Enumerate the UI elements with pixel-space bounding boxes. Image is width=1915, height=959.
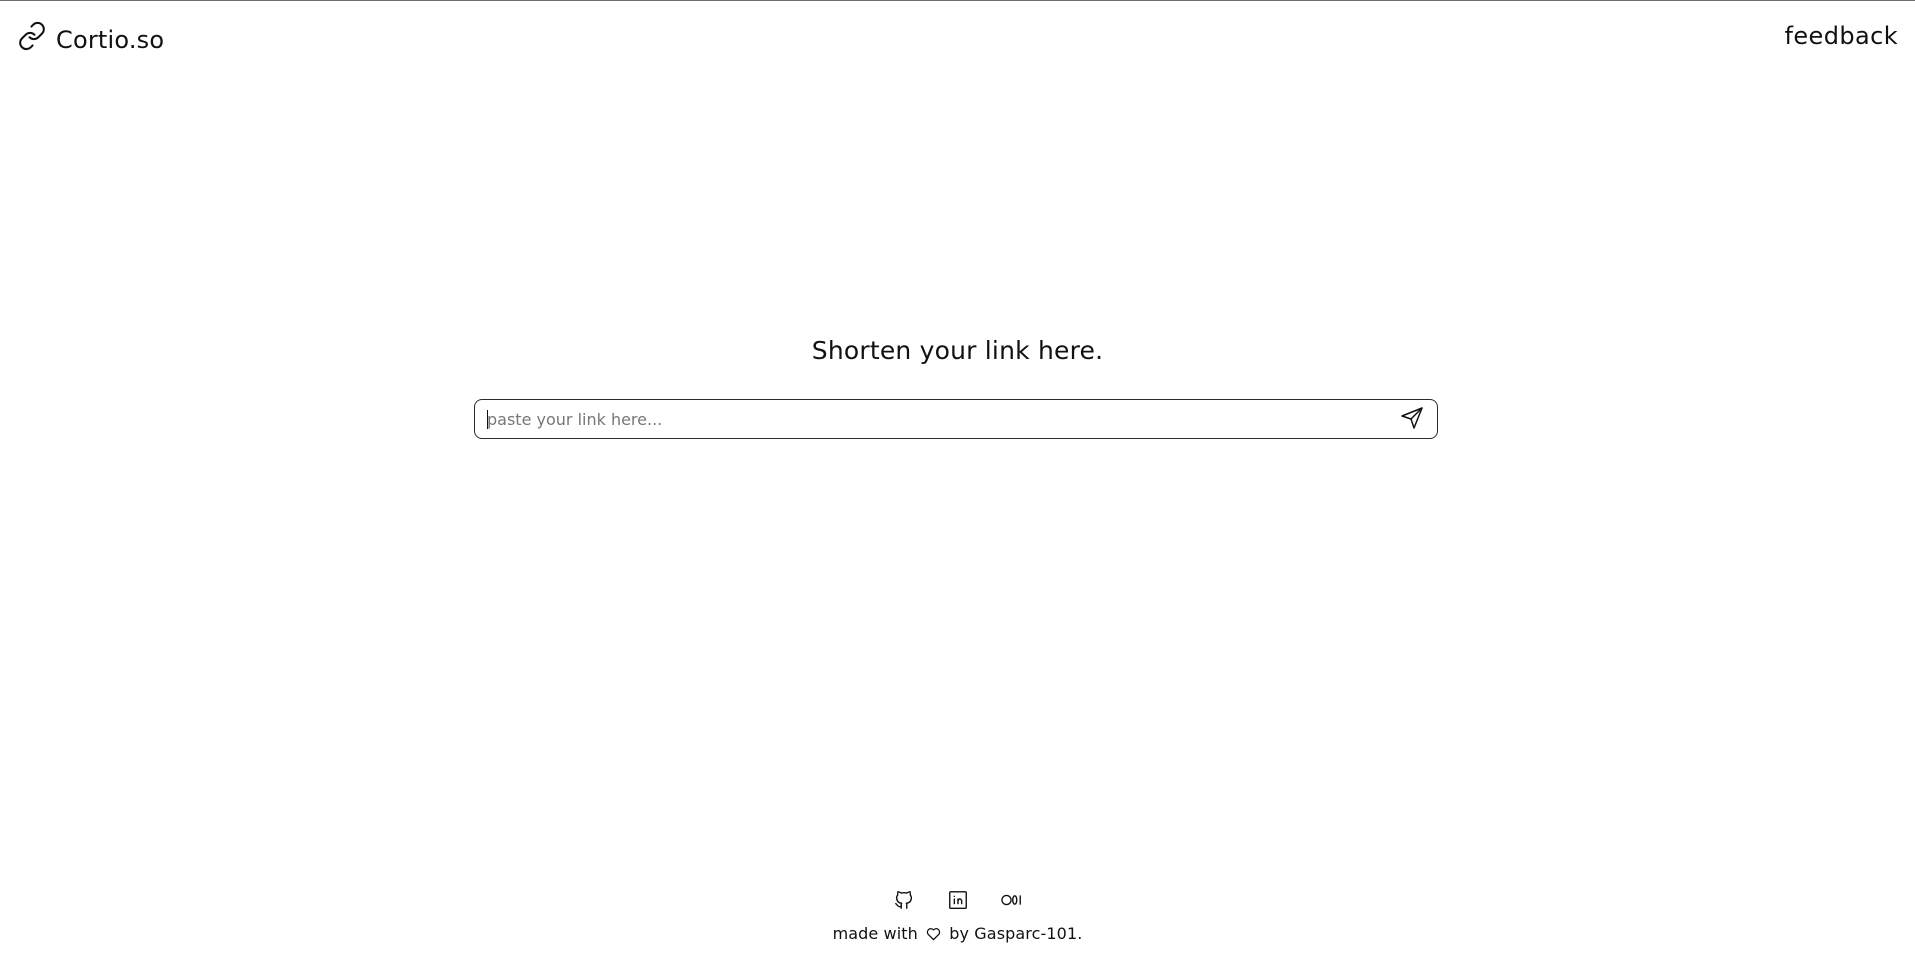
heart-icon	[926, 926, 941, 945]
shorten-submit-button[interactable]	[1399, 407, 1425, 433]
send-icon	[1400, 406, 1424, 434]
feedback-link[interactable]: feedback	[1785, 22, 1898, 50]
github-link[interactable]	[890, 888, 918, 916]
text-caret	[487, 410, 488, 429]
github-icon	[893, 889, 915, 915]
main-content: Shorten your link here.	[0, 334, 1915, 368]
url-input[interactable]	[487, 400, 1357, 438]
credit-prefix: made with	[832, 924, 918, 943]
footer-credit: made with by Gasparc-101.	[0, 924, 1915, 945]
header: Cortio.so feedback	[0, 0, 1915, 80]
linkedin-icon	[947, 889, 969, 915]
medium-icon	[1000, 889, 1024, 915]
credit-suffix: by Gasparc-101.	[949, 924, 1083, 943]
brand-name: Cortio.so	[56, 26, 165, 54]
social-links	[0, 888, 1915, 916]
page-headline: Shorten your link here.	[811, 336, 1104, 365]
footer: made with by Gasparc-101.	[0, 888, 1915, 945]
link-icon	[17, 21, 47, 51]
brand-logo-link[interactable]: Cortio.so	[17, 21, 165, 54]
url-input-container	[474, 399, 1438, 439]
medium-link[interactable]	[998, 888, 1026, 916]
linkedin-link[interactable]	[944, 888, 972, 916]
